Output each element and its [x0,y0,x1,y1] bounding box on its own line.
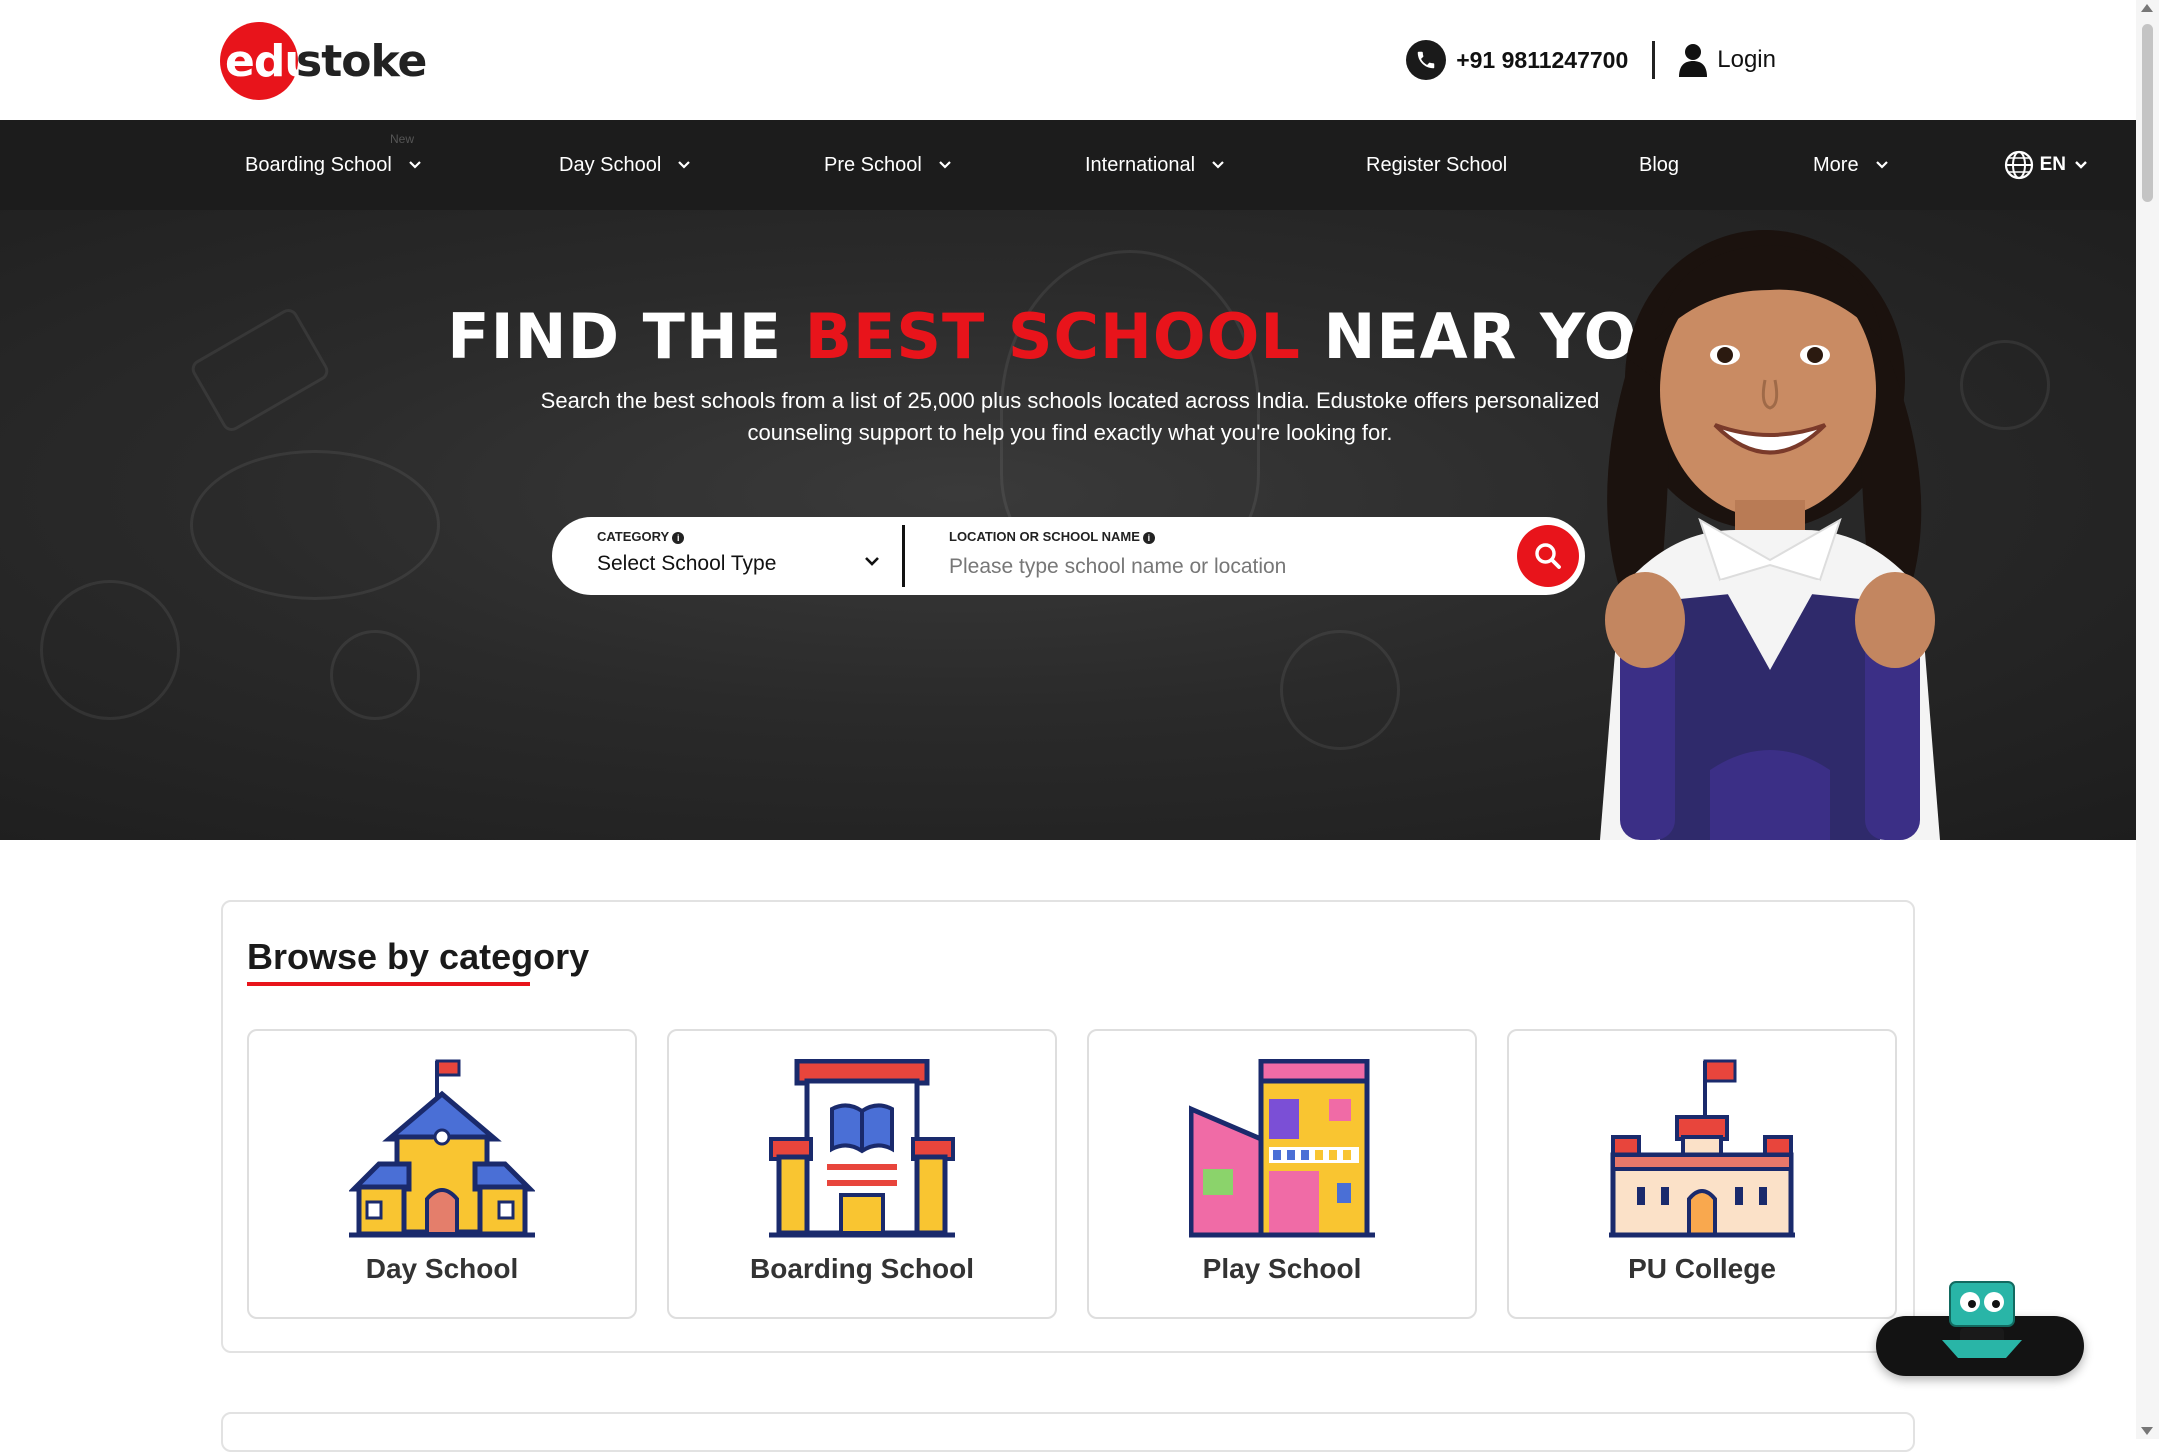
category-card-day-school[interactable]: Day School [247,1029,637,1319]
category-label: Boarding School [750,1253,974,1284]
chevron-down-icon [678,161,691,169]
browse-by-category-section: Browse by category Day School Boarding S… [221,900,1915,1353]
day-school-icon [349,1059,535,1238]
category-card-boarding-school[interactable]: Boarding School [667,1029,1057,1319]
nav-item-label: Pre School [824,153,922,176]
chevron-down-icon [1212,161,1224,169]
nav-blog[interactable]: Blog [1639,120,1679,210]
scroll-up-arrow-icon[interactable] [2141,4,2153,12]
hero-banner: FIND THE BEST SCHOOL NEAR YOU Search the… [0,210,2136,840]
chevron-down-icon[interactable] [864,555,880,567]
language-selector[interactable]: EN [2004,120,2088,210]
doodle-globe [1280,630,1400,750]
header-contact: +91 9811247700 Login [1406,38,1776,82]
doodle-speech-bubble [190,450,440,600]
globe-icon [2004,150,2033,180]
nav-international[interactable]: International [1085,120,1225,210]
chevron-down-icon [409,161,421,169]
info-icon: i [672,531,685,544]
nav-item-label: International [1085,153,1196,176]
main-nav: New Boarding School Day School Pre Schoo… [0,120,2136,210]
pu-college-icon [1609,1059,1795,1238]
scroll-thumb[interactable] [2142,24,2153,202]
doodle-pie [40,580,180,720]
school-search-bar: CATEGORY i Select School Type LOCATION OR… [552,517,1585,595]
chevron-down-icon [2075,161,2087,169]
scroll-down-arrow-icon[interactable] [2141,1427,2153,1435]
page-scrollbar[interactable] [2136,0,2159,1439]
doodle-gear [330,630,420,720]
nav-register-school[interactable]: Register School [1366,120,1507,210]
logo-text-stoke: stoke [296,36,427,87]
nav-more[interactable]: More [1813,120,1889,210]
nav-item-label: Blog [1639,153,1680,176]
location-search-input[interactable] [949,551,1509,583]
edustoke-logo[interactable]: edu stoke [220,22,427,100]
category-card-play-school[interactable]: Play School [1087,1029,1477,1319]
location-label: LOCATION OR SCHOOL NAME i [949,529,1155,544]
chevron-down-icon [1875,161,1888,169]
info-icon: i [1142,531,1155,544]
site-header: edu stoke +91 9811247700 Login [0,0,2136,120]
login-link[interactable]: Login [1717,46,1776,74]
student-girl-image [1600,230,1940,840]
user-icon [1679,44,1708,77]
category-label: CATEGORY i [597,529,685,544]
nav-item-label: Boarding School [245,153,392,176]
category-label: Play School [1202,1253,1362,1284]
category-label: Day School [365,1253,519,1284]
nav-day-school[interactable]: Day School [559,120,691,210]
section-title: Browse by category [247,936,590,977]
play-school-icon [1189,1059,1375,1238]
search-divider [902,525,905,587]
header-divider [1652,41,1656,79]
nav-pre-school[interactable]: Pre School [824,120,952,210]
chatbot-icon[interactable] [1942,1278,2022,1368]
category-card-pu-college[interactable]: PU College [1507,1029,1897,1319]
language-label: EN [2039,154,2066,175]
chevron-down-icon [939,161,951,169]
category-label: PU College [1628,1253,1776,1284]
phone-icon [1406,40,1447,80]
boarding-school-icon [769,1059,955,1238]
category-select[interactable]: Select School Type [597,552,776,576]
nav-boarding-school[interactable]: Boarding School [245,120,422,210]
nav-item-label: Register School [1366,153,1508,176]
nav-item-label: Day School [559,153,662,176]
title-underline [247,982,530,986]
phone-number[interactable]: +91 9811247700 [1456,47,1628,74]
nav-item-label: More [1813,153,1859,176]
hero-title-highlight: BEST SCHOOL [804,300,1301,373]
next-section [221,1412,1915,1452]
